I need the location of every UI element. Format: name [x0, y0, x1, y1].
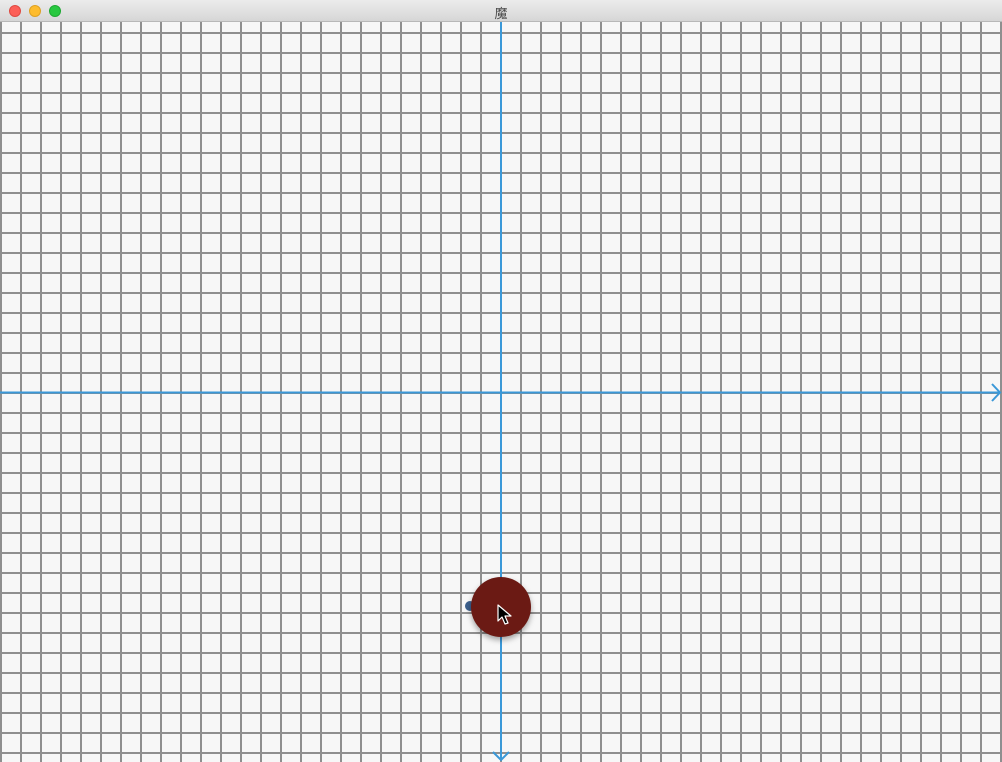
coordinate-axes	[0, 22, 1002, 762]
grid-canvas[interactable]	[0, 22, 1002, 762]
arrow-cursor-icon	[497, 604, 512, 625]
title-bar[interactable]: 魔	[0, 0, 1002, 22]
window-title: 魔	[494, 7, 508, 22]
app-window: 魔	[0, 0, 1002, 762]
